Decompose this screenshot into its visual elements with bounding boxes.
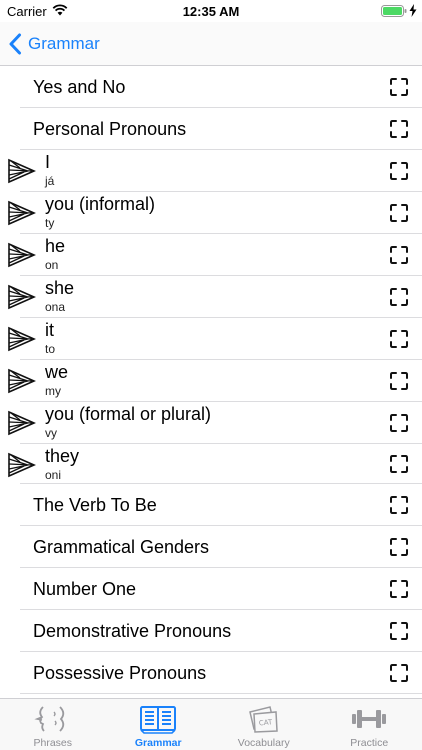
status-bar: Carrier 12:35 AM xyxy=(0,0,422,22)
list-item[interactable]: Personal Pronouns xyxy=(0,108,422,150)
tab-label: Vocabulary xyxy=(237,737,290,749)
pronoun-row-she[interactable]: she ona xyxy=(0,276,422,318)
speaker-icon[interactable] xyxy=(8,284,36,310)
pronoun-row-you-formal[interactable]: you (formal or plural) vy xyxy=(0,402,422,444)
pronoun-translation: to xyxy=(45,342,56,356)
pronoun-translation: on xyxy=(45,258,59,272)
section-title: Grammatical Genders xyxy=(33,537,210,557)
charging-icon xyxy=(409,4,417,17)
expand-icon[interactable] xyxy=(389,663,409,683)
expand-icon[interactable] xyxy=(389,203,409,223)
pronoun-row-they[interactable]: they oni xyxy=(0,444,422,484)
grammar-list: Yes and No Personal Pronouns I já you (i… xyxy=(0,66,422,698)
back-button-label: Grammar xyxy=(28,34,100,53)
expand-icon[interactable] xyxy=(389,329,409,349)
expand-icon[interactable] xyxy=(389,579,409,599)
pronoun-title: you (informal) xyxy=(45,194,156,214)
expand-icon[interactable] xyxy=(389,371,409,391)
pronoun-row-we[interactable]: we my xyxy=(0,360,422,402)
tab-grammar[interactable]: Grammar xyxy=(106,699,212,750)
pronoun-title: he xyxy=(45,236,66,256)
dumbbell-icon xyxy=(352,710,387,728)
pronoun-title: it xyxy=(45,320,54,340)
pronoun-row-you-informal[interactable]: you (informal) ty xyxy=(0,192,422,234)
pronoun-title: they xyxy=(45,446,80,466)
list-item[interactable]: The Verb To Be xyxy=(0,484,422,526)
pronoun-translation: já xyxy=(45,174,55,188)
battery-icon xyxy=(381,5,407,17)
speaker-icon[interactable] xyxy=(8,368,36,394)
pronoun-title: you (formal or plural) xyxy=(45,404,212,424)
speaker-icon[interactable] xyxy=(8,326,36,352)
tab-label: Grammar xyxy=(134,737,182,749)
pronoun-translation: vy xyxy=(45,426,57,440)
pronoun-translation: my xyxy=(45,384,61,398)
expand-icon[interactable] xyxy=(389,495,409,515)
tab-bar: Phrases Grammar CAT Vocabulary Practice xyxy=(0,698,422,750)
pronoun-translation: oni xyxy=(45,468,62,482)
phrases-icon xyxy=(34,706,64,732)
expand-icon[interactable] xyxy=(389,413,409,433)
vocabulary-cards-icon: CAT xyxy=(248,706,278,733)
svg-text:CAT: CAT xyxy=(258,718,273,727)
section-title: Yes and No xyxy=(33,77,126,97)
list-item[interactable]: Grammatical Genders xyxy=(0,526,422,568)
grammar-book-icon xyxy=(140,706,177,734)
pronoun-title: she xyxy=(45,278,75,298)
expand-icon[interactable] xyxy=(389,537,409,557)
expand-icon[interactable] xyxy=(389,454,409,474)
section-title: Number One xyxy=(33,579,137,599)
tab-label: Practice xyxy=(350,737,389,749)
section-title: Demonstrative Pronouns xyxy=(33,621,232,641)
pronoun-translation: ty xyxy=(45,216,55,230)
tab-label: Phrases xyxy=(33,737,73,749)
speaker-icon[interactable] xyxy=(8,452,36,478)
expand-icon[interactable] xyxy=(389,161,409,181)
speaker-icon[interactable] xyxy=(8,242,36,268)
speaker-icon[interactable] xyxy=(8,200,36,226)
expand-icon[interactable] xyxy=(389,77,409,97)
section-title: The Verb To Be xyxy=(33,495,157,515)
list-item[interactable]: Demonstrative Pronouns xyxy=(0,610,422,652)
list-item[interactable]: Possessive Pronouns xyxy=(0,652,422,694)
section-title: Personal Pronouns xyxy=(33,119,187,139)
chevron-left-icon xyxy=(9,33,21,55)
status-time: 12:35 AM xyxy=(182,4,240,19)
pronoun-row-he[interactable]: he on xyxy=(0,234,422,276)
pronoun-title: we xyxy=(45,362,69,382)
speaker-icon[interactable] xyxy=(8,410,36,436)
section-title: Possessive Pronouns xyxy=(33,663,207,683)
tab-vocabulary[interactable]: CAT Vocabulary xyxy=(211,699,317,750)
list-item[interactable]: Yes and No xyxy=(0,66,422,108)
list-item[interactable]: Number One xyxy=(0,568,422,610)
pronoun-row-i[interactable]: I já xyxy=(0,150,422,192)
back-button[interactable]: Grammar xyxy=(8,22,100,66)
tab-phrases[interactable]: Phrases xyxy=(0,699,106,750)
row-divider xyxy=(20,693,422,694)
pronoun-title: I xyxy=(45,152,51,172)
expand-icon[interactable] xyxy=(389,621,409,641)
expand-icon[interactable] xyxy=(389,287,409,307)
pronoun-translation: ona xyxy=(45,300,66,314)
expand-icon[interactable] xyxy=(389,245,409,265)
tab-practice[interactable]: Practice xyxy=(317,699,422,750)
speaker-icon[interactable] xyxy=(8,158,36,184)
expand-icon[interactable] xyxy=(389,119,409,139)
pronoun-row-it[interactable]: it to xyxy=(0,318,422,360)
navigation-bar: Grammar xyxy=(0,22,422,66)
